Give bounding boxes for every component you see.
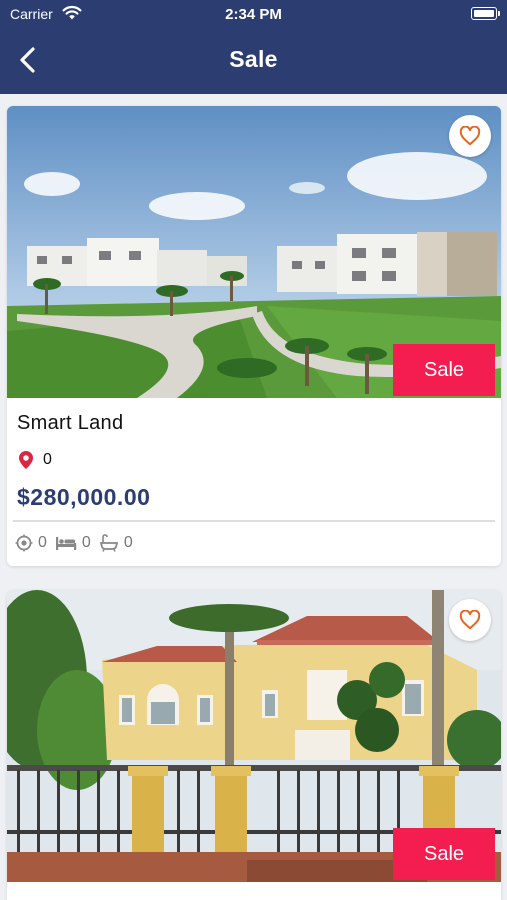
feature-area: 0 (15, 534, 47, 552)
battery-icon (471, 7, 500, 20)
listing-card[interactable]: Sale (7, 590, 501, 900)
beds-value: 0 (81, 534, 91, 551)
listing-price: $280,000.00 (17, 484, 151, 510)
listing-photo: Sale (7, 590, 501, 882)
listing-features: 0 0 0 (15, 534, 133, 552)
sale-badge: Sale (393, 828, 495, 880)
heart-outline-icon (459, 126, 481, 146)
status-time: 2:34 PM (225, 6, 282, 23)
area-value: 0 (38, 534, 47, 551)
bed-icon (55, 537, 77, 550)
listing-location: 0 (17, 450, 52, 470)
heart-outline-icon (459, 610, 481, 630)
location-value: 0 (43, 451, 52, 468)
listing-title: Smart Land (17, 412, 124, 434)
area-target-icon (15, 534, 33, 552)
map-pin-icon (19, 451, 33, 469)
listing-photo: Sale (7, 106, 501, 398)
feature-beds: 0 (55, 534, 91, 552)
favorite-button[interactable] (449, 115, 491, 157)
bathtub-icon (99, 534, 118, 552)
divider (13, 520, 495, 522)
top-bar: Carrier 2:34 PM Sale (0, 0, 507, 94)
baths-value: 0 (123, 534, 133, 551)
feature-baths: 0 (99, 534, 133, 552)
favorite-button[interactable] (449, 599, 491, 641)
sale-badge: Sale (393, 344, 495, 396)
listing-card[interactable]: Sale Smart Land 0 $280,000.00 0 0 0 (7, 106, 501, 566)
status-bar: Carrier 2:34 PM (0, 0, 507, 28)
page-title: Sale (229, 46, 278, 72)
